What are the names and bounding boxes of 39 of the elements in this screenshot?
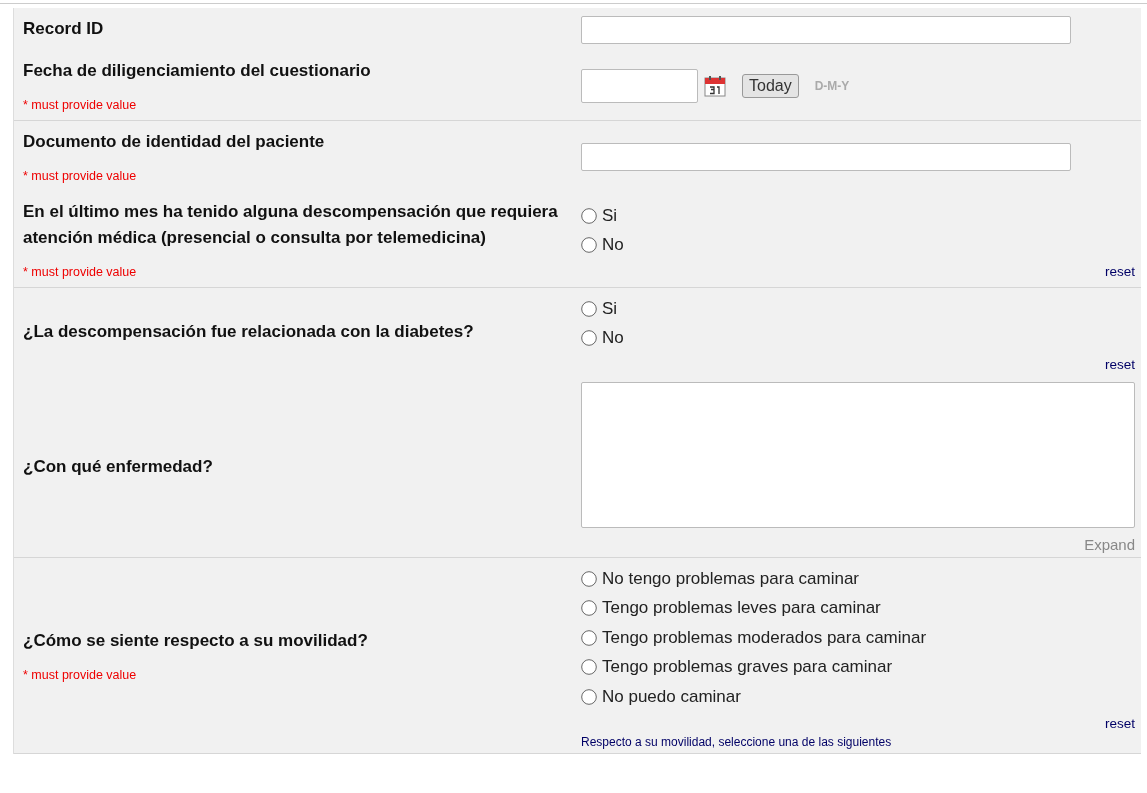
radio-option[interactable]: Tengo problemas graves para caminar [581,652,1135,682]
field-label: ¿Con qué enfermedad? [23,455,214,478]
radio-option[interactable]: Si [581,201,1135,231]
reset-link[interactable]: reset [1105,264,1135,279]
required-note: * must provide value [23,98,138,112]
radio-button[interactable] [581,570,597,587]
radio-button[interactable] [581,629,597,646]
today-button[interactable]: Today [742,74,799,98]
field-label: Documento de identidad del paciente [23,131,326,153]
required-note: * must provide value [23,265,138,279]
text-input[interactable] [581,143,1071,171]
radio-button[interactable] [581,600,597,617]
radio-button[interactable] [581,207,597,224]
reset-link[interactable]: reset [1105,715,1135,731]
radio-option[interactable]: Tengo problemas moderados para caminar [581,623,1135,653]
radio-option[interactable]: Si [581,294,1135,324]
radio-option[interactable]: No puedo caminar [581,682,1135,712]
date-input[interactable] [581,69,698,103]
radio-option[interactable]: No [581,230,1135,260]
radio-button[interactable] [581,300,597,317]
radio-button[interactable] [581,237,597,254]
radio-button[interactable] [581,330,597,347]
field-label: Fecha de diligenciamiento del cuestionario [23,60,372,82]
reset-link[interactable]: reset [1105,357,1135,372]
radio-option[interactable]: No tengo problemas para caminar [581,564,1135,594]
field-label: ¿La descompensación fue relacionada con la diabetes? [23,321,475,343]
required-note: * must provide value [23,668,138,683]
radio-button[interactable] [581,688,597,705]
field-note: Respecto a su movilidad, seleccione una de las siguientes [581,734,893,749]
field-label: Record ID [23,18,105,40]
required-note: * must provide value [23,169,138,183]
field-label: En el último mes ha tenido alguna descompensación que requiera atención médica (presencial o consulta por telemedicina) [23,201,559,249]
radio-option[interactable]: No [581,323,1135,353]
calendar-icon[interactable] [704,75,726,97]
field-label: ¿Cómo se siente respecto a su movilidad? [23,630,369,653]
radio-option[interactable]: Tengo problemas leves para caminar [581,593,1135,623]
text-input[interactable] [581,16,1071,44]
date-format-hint: D-M-Y [814,79,850,93]
radio-button[interactable] [581,659,597,676]
